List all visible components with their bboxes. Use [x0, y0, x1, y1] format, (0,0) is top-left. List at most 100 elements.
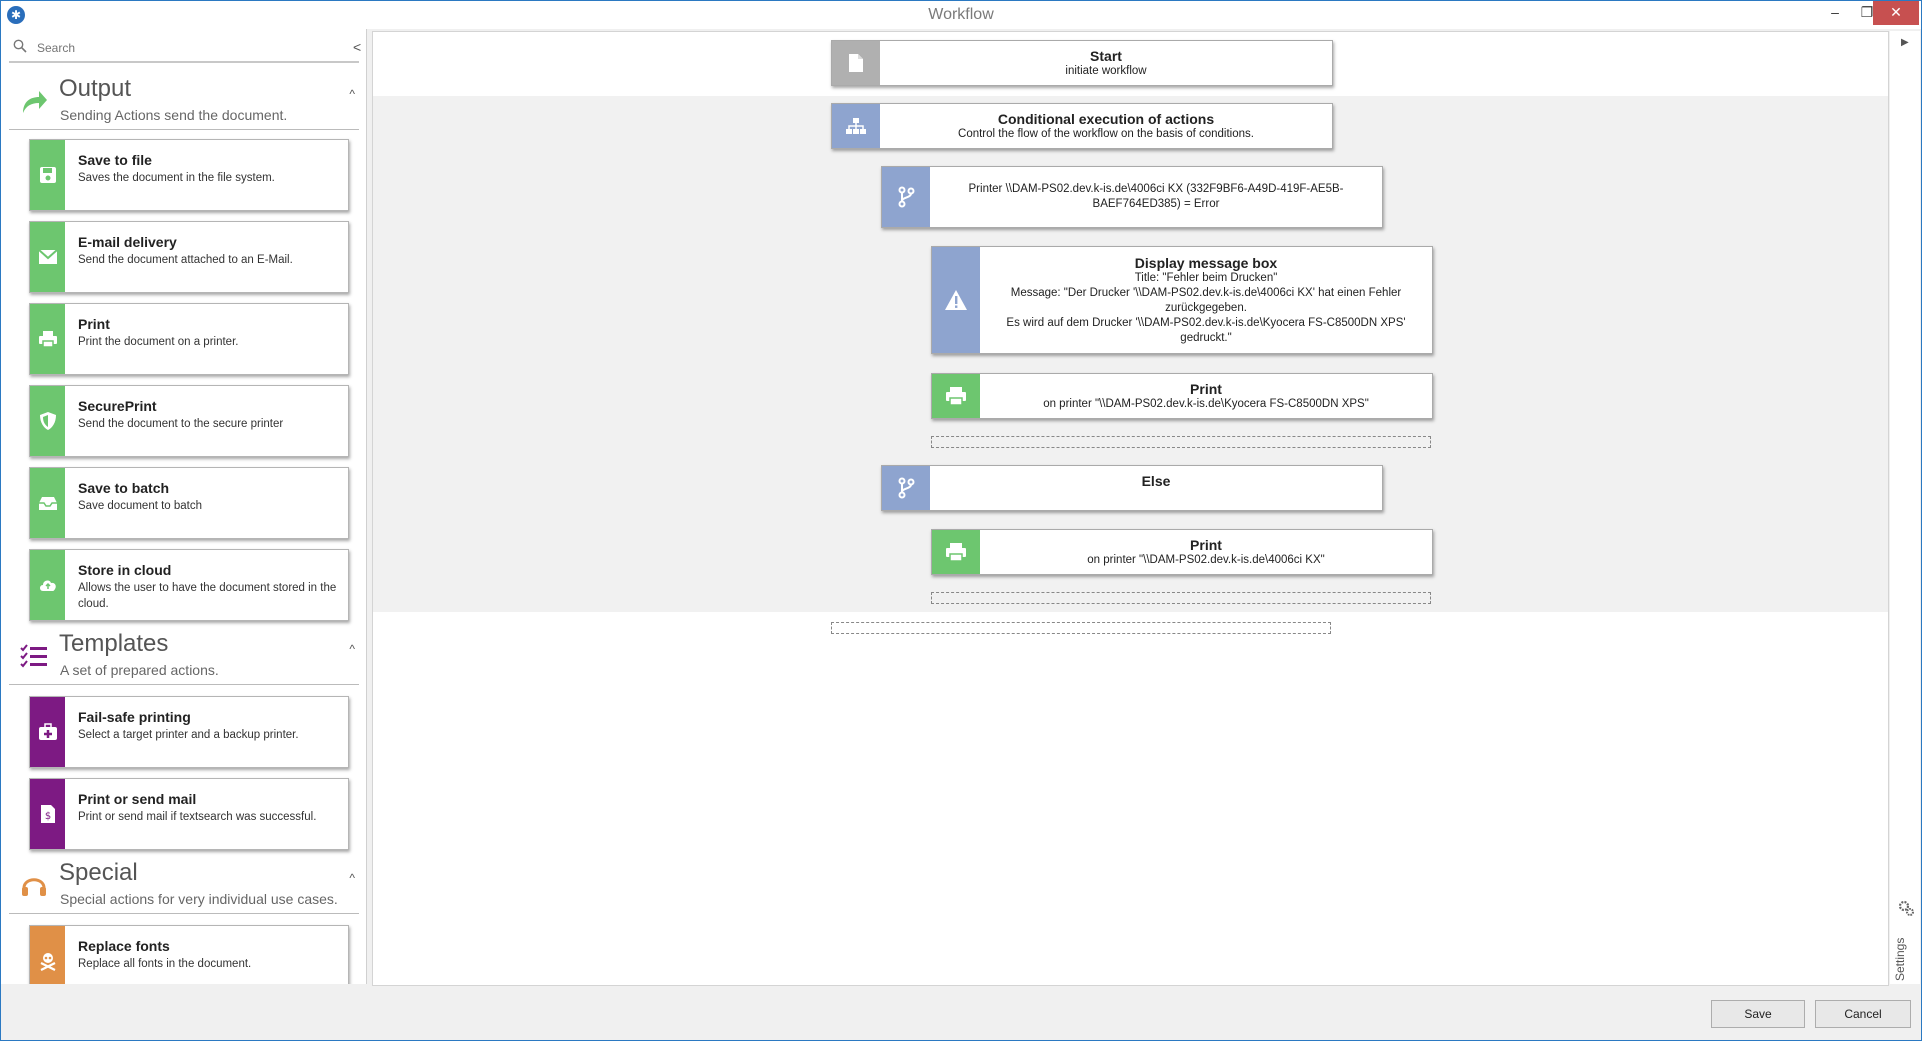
- node-text: on printer "\\DAM-PS02.dev.k-is.de\4006c…: [1087, 553, 1325, 566]
- cancel-button[interactable]: Cancel: [1815, 1000, 1911, 1028]
- node-title: Display message box: [1134, 254, 1278, 271]
- node-body: Print on printer "\\DAM-PS02.dev.k-is.de…: [980, 374, 1432, 418]
- node-title: Print: [1190, 536, 1222, 553]
- node-print-primary[interactable]: Print on printer "\\DAM-PS02.dev.k-is.de…: [931, 529, 1433, 575]
- branch-icon: [898, 186, 915, 208]
- card-title: Replace fonts: [78, 938, 170, 954]
- first-aid-kit-icon: [38, 723, 57, 740]
- node-condition-branch[interactable]: Printer \\DAM-PS02.dev.k-is.de\4006ci KX…: [881, 166, 1383, 228]
- section-special[interactable]: Special Special actions for very individ…: [9, 857, 359, 914]
- card-title: Store in cloud: [78, 562, 172, 578]
- template-fail-safe-printing[interactable]: Fail-safe printing Select a target print…: [29, 696, 349, 768]
- card-description: Send the document to the secure printer: [78, 418, 284, 430]
- node-body: Start initiate workflow: [880, 41, 1332, 85]
- node-body: Printer \\DAM-PS02.dev.k-is.de\4006ci KX…: [930, 167, 1382, 227]
- dialog-button-bar: Save Cancel: [1, 986, 1921, 1040]
- section-subtitle: Sending Actions send the document.: [60, 107, 288, 123]
- share-arrow-icon: [23, 91, 47, 113]
- action-email-delivery[interactable]: E-mail delivery Send the document attach…: [29, 221, 349, 293]
- action-save-to-batch[interactable]: Save to batch Save document to batch: [29, 467, 349, 539]
- node-icon-strip: [832, 104, 880, 148]
- headset-icon: [22, 878, 46, 896]
- card-icon-strip: $: [30, 779, 65, 849]
- drop-zone[interactable]: [831, 622, 1331, 634]
- invoice-document-icon: $: [40, 805, 55, 823]
- expand-panel-button[interactable]: ▶: [1901, 37, 1909, 48]
- node-text: Title: "Fehler beim Drucken" Message: "D…: [1006, 271, 1406, 344]
- action-store-in-cloud[interactable]: Store in cloud Allows the user to have t…: [29, 549, 349, 621]
- workflow-window: ✱ Workflow – ❐ ✕ < Output Sending Action…: [0, 0, 1922, 1041]
- drop-zone[interactable]: [931, 592, 1431, 604]
- section-subtitle: Special actions for very individual use …: [60, 891, 338, 907]
- node-icon-strip: [932, 530, 980, 574]
- node-icon-strip: [932, 374, 980, 418]
- gears-icon[interactable]: [1897, 899, 1915, 917]
- card-title: Save to file: [78, 152, 152, 168]
- card-icon-strip: [30, 222, 65, 292]
- checklist-icon: [20, 644, 47, 668]
- template-print-or-send-mail[interactable]: $ Print or send mail Print or send mail …: [29, 778, 349, 850]
- inbox-tray-icon: [38, 497, 57, 510]
- collapse-sidebar-button[interactable]: <: [353, 39, 361, 55]
- settings-panel-strip: ▶ Settings: [1890, 31, 1920, 984]
- card-title: Print or send mail: [78, 791, 197, 807]
- node-body: Conditional execution of actions Control…: [880, 104, 1332, 148]
- workflow-canvas[interactable]: Start initiate workflow Conditional exec…: [372, 31, 1889, 986]
- drop-zone[interactable]: [931, 436, 1431, 448]
- node-text: on printer "\\DAM-PS02.dev.k-is.de\Kyoce…: [1043, 397, 1369, 410]
- node-print-fallback[interactable]: Print on printer "\\DAM-PS02.dev.k-is.de…: [931, 373, 1433, 419]
- chevron-up-icon[interactable]: ^: [349, 871, 355, 885]
- minimize-button[interactable]: –: [1819, 1, 1851, 25]
- card-description: Allows the user to have the document sto…: [78, 582, 337, 610]
- chevron-up-icon[interactable]: ^: [349, 642, 355, 656]
- envelope-icon: [37, 249, 58, 264]
- node-title: Print: [1190, 380, 1222, 397]
- node-body: Print on printer "\\DAM-PS02.dev.k-is.de…: [980, 530, 1432, 574]
- node-text: Printer \\DAM-PS02.dev.k-is.de\4006ci KX…: [968, 183, 1344, 210]
- node-body: Else: [930, 466, 1382, 510]
- node-conditional-execution[interactable]: Conditional execution of actions Control…: [831, 103, 1333, 149]
- node-else-branch[interactable]: Else: [881, 465, 1383, 511]
- card-icon-strip: [30, 926, 65, 984]
- card-icon-strip: [30, 697, 65, 767]
- node-icon-strip: [882, 466, 930, 510]
- document-icon: [849, 54, 863, 72]
- search-input[interactable]: [35, 37, 339, 59]
- printer-icon: [946, 543, 966, 562]
- node-text: Control the flow of the workflow on the …: [958, 127, 1254, 140]
- action-save-to-file[interactable]: Save to file Saves the document in the f…: [29, 139, 349, 211]
- special-replace-fonts[interactable]: Replace fonts Replace all fonts in the d…: [29, 925, 349, 984]
- card-title: Fail-safe printing: [78, 709, 191, 725]
- action-print[interactable]: Print Print the document on a printer.: [29, 303, 349, 375]
- card-description: Replace all fonts in the document.: [78, 958, 252, 970]
- node-body: Display message box Title: "Fehler beim …: [980, 247, 1432, 353]
- action-secureprint[interactable]: SecurePrint Send the document to the sec…: [29, 385, 349, 457]
- section-title: Output: [59, 75, 132, 102]
- card-description: Save document to batch: [78, 500, 203, 512]
- settings-tab[interactable]: Settings: [1893, 938, 1907, 981]
- node-display-message-box[interactable]: Display message box Title: "Fehler beim …: [931, 246, 1433, 354]
- save-button[interactable]: Save: [1711, 1000, 1805, 1028]
- hierarchy-icon: [846, 118, 866, 134]
- node-title: Else: [1141, 473, 1171, 489]
- skull-crossbones-icon: [40, 953, 55, 971]
- floppy-disk-icon: [39, 167, 56, 183]
- node-icon-strip: [932, 247, 980, 353]
- card-icon-strip: [30, 304, 65, 374]
- close-button[interactable]: ✕: [1873, 1, 1919, 25]
- warning-icon: [945, 290, 967, 310]
- search-icon: [13, 39, 27, 53]
- cloud-upload-icon: [39, 580, 56, 591]
- section-templates[interactable]: Templates A set of prepared actions. ^: [9, 628, 359, 685]
- card-title: Print: [78, 316, 110, 332]
- section-title: Templates: [59, 630, 169, 657]
- section-output[interactable]: Output Sending Actions send the document…: [9, 73, 359, 130]
- node-icon-strip: [882, 167, 930, 227]
- chevron-up-icon[interactable]: ^: [349, 87, 355, 101]
- title-bar: ✱ Workflow – ❐ ✕: [1, 1, 1921, 29]
- node-title: Start: [1090, 47, 1122, 64]
- search-box: <: [9, 33, 361, 63]
- card-icon-strip: [30, 550, 65, 620]
- section-subtitle: A set of prepared actions.: [60, 662, 219, 678]
- node-start[interactable]: Start initiate workflow: [831, 40, 1333, 86]
